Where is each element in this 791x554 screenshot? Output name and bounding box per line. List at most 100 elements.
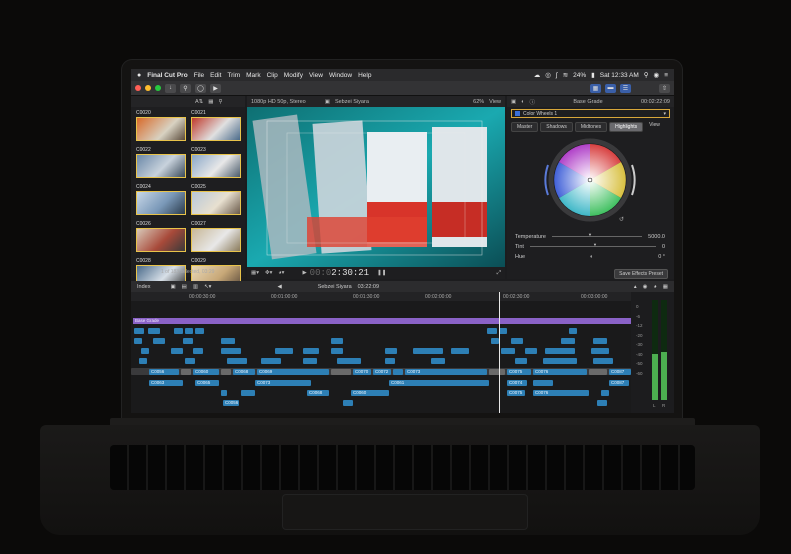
- effect-checkbox[interactable]: [515, 111, 520, 116]
- timeline-clip[interactable]: C0068: [233, 369, 255, 375]
- viewer-zoom[interactable]: 62%: [473, 99, 484, 105]
- timeline-clip[interactable]: [413, 348, 443, 354]
- clip-thumbnail[interactable]: C0026: [136, 221, 186, 252]
- timeline-clip[interactable]: [385, 358, 395, 364]
- clip-thumbnail[interactable]: C0025: [191, 184, 241, 215]
- timeline-clip[interactable]: C0060: [351, 390, 389, 396]
- timeline-clip[interactable]: [221, 348, 241, 354]
- tab-shadows[interactable]: Shadows: [540, 122, 573, 132]
- timeline-clip[interactable]: [525, 348, 537, 354]
- timeline-clip[interactable]: [515, 358, 527, 364]
- viewer-view-menu[interactable]: View: [489, 99, 501, 105]
- menu-clip[interactable]: Clip: [267, 72, 278, 79]
- timeline-clip[interactable]: [511, 338, 523, 344]
- inspector-view-menu[interactable]: View: [649, 122, 660, 132]
- app-menu[interactable]: Final Cut Pro: [147, 72, 187, 79]
- timeline-clip[interactable]: C0087: [609, 380, 629, 386]
- solo-icon[interactable]: ◉: [643, 284, 648, 290]
- timeline-clip[interactable]: [601, 390, 609, 396]
- timeline-clip[interactable]: C0076: [533, 369, 587, 375]
- minimize-window-button[interactable]: [145, 85, 151, 91]
- timeline-clip[interactable]: [185, 328, 193, 334]
- chevron-down-icon[interactable]: ▾: [663, 111, 666, 117]
- timeline-clip[interactable]: [593, 338, 607, 344]
- timeline-clip[interactable]: [561, 338, 575, 344]
- menu-edit[interactable]: Edit: [210, 72, 221, 79]
- timeline-clip[interactable]: [221, 390, 227, 396]
- timeline-clip[interactable]: [171, 348, 183, 354]
- cloud-icon[interactable]: ☁: [534, 71, 541, 79]
- timeline-clip[interactable]: [431, 358, 445, 364]
- timeline-clip[interactable]: [491, 338, 499, 344]
- menu-trim[interactable]: Trim: [227, 72, 240, 79]
- timeline-clip[interactable]: [489, 369, 505, 375]
- timeline-clip[interactable]: [195, 328, 204, 334]
- timeline-ruler[interactable]: 00:00:30:00 00:01:00:00 00:01:30:00 00:0…: [131, 292, 631, 301]
- timeline-clip[interactable]: [589, 369, 607, 375]
- menu-window[interactable]: Window: [329, 72, 352, 79]
- menu-mark[interactable]: Mark: [246, 72, 260, 79]
- control-center-icon[interactable]: ≡: [664, 72, 668, 79]
- timeline-clip[interactable]: [183, 338, 193, 344]
- timeline-clip[interactable]: [303, 358, 317, 364]
- viewer-options-icon[interactable]: ▦▾: [251, 270, 259, 276]
- overwrite-icon[interactable]: ▥: [193, 284, 198, 290]
- clock[interactable]: Sat 12:33 AM: [600, 72, 639, 79]
- timeline-clip[interactable]: [331, 348, 343, 354]
- timeline-clip[interactable]: C0063: [149, 380, 183, 386]
- timeline-clip[interactable]: [139, 358, 147, 364]
- timeline-clip[interactable]: [261, 358, 281, 364]
- timeline-toggle-button[interactable]: ▬: [605, 83, 616, 93]
- playhead[interactable]: [499, 292, 500, 413]
- siri-icon[interactable]: ◉: [654, 71, 660, 79]
- timeline-clip[interactable]: [241, 390, 255, 396]
- timeline-clip[interactable]: C0074: [507, 380, 527, 386]
- timeline-clip[interactable]: [597, 400, 607, 406]
- back-icon[interactable]: ◀: [277, 284, 281, 290]
- select-tool-icon[interactable]: ↖▾: [204, 284, 211, 290]
- timeline-clip[interactable]: C0069: [257, 369, 329, 375]
- menu-view[interactable]: View: [309, 72, 323, 79]
- timeline-clip[interactable]: C0065: [195, 380, 219, 386]
- timeline-clip[interactable]: C0060: [193, 369, 219, 375]
- timeline-clip[interactable]: C0073: [255, 380, 311, 386]
- insert-icon[interactable]: ▤: [182, 284, 187, 290]
- timeline-clip[interactable]: C0073: [405, 369, 487, 375]
- param-hue[interactable]: Hue ◐ 0 °: [515, 254, 665, 260]
- timeline-clip[interactable]: [153, 338, 165, 344]
- keyword-button[interactable]: ⚲: [180, 83, 191, 93]
- color-wheel[interactable]: ↺: [507, 135, 674, 225]
- close-window-button[interactable]: [135, 85, 141, 91]
- clip-thumbnail[interactable]: C0020: [136, 110, 186, 141]
- browser-toggle-button[interactable]: ▦: [590, 83, 601, 93]
- clip-thumbnail[interactable]: C0023: [191, 147, 241, 178]
- timeline-clip[interactable]: C0068: [307, 390, 329, 396]
- timeline-clip[interactable]: [185, 358, 195, 364]
- bluetooth-icon[interactable]: ∫: [556, 72, 558, 79]
- timeline-clip[interactable]: [134, 338, 142, 344]
- play-button[interactable]: ▶: [210, 83, 221, 93]
- speed-icon[interactable]: ◕▾: [278, 270, 284, 276]
- timeline-clip[interactable]: [134, 328, 144, 334]
- timeline-clip[interactable]: [545, 348, 575, 354]
- menu-file[interactable]: File: [194, 72, 204, 79]
- wifi-icon[interactable]: ≋: [563, 71, 568, 79]
- timeline-clip[interactable]: C0070: [353, 369, 371, 375]
- timeline-index-button[interactable]: Index: [137, 284, 150, 290]
- pause-icon[interactable]: ❚❚: [377, 270, 386, 276]
- apple-menu-icon[interactable]: ●: [137, 72, 141, 79]
- clip-thumbnail[interactable]: C0024: [136, 184, 186, 215]
- timeline-clip[interactable]: [569, 328, 577, 334]
- timeline-clip[interactable]: C0076: [533, 390, 589, 396]
- effect-selector[interactable]: Color Wheels 1 ▾: [511, 109, 670, 118]
- timeline-clip[interactable]: [331, 338, 343, 344]
- inspector-info-icon[interactable]: ⓘ: [530, 98, 536, 106]
- hue-dial-icon[interactable]: ◐: [525, 254, 658, 260]
- transform-tools-icon[interactable]: ✥▾: [265, 270, 272, 276]
- inspector-toggle-button[interactable]: ☰: [620, 83, 631, 93]
- timeline-clip[interactable]: [593, 358, 613, 364]
- menu-modify[interactable]: Modify: [284, 72, 303, 79]
- timeline-clip[interactable]: [275, 348, 293, 354]
- fullscreen-icon[interactable]: ⤢: [497, 270, 501, 277]
- zoom-window-button[interactable]: [155, 85, 161, 91]
